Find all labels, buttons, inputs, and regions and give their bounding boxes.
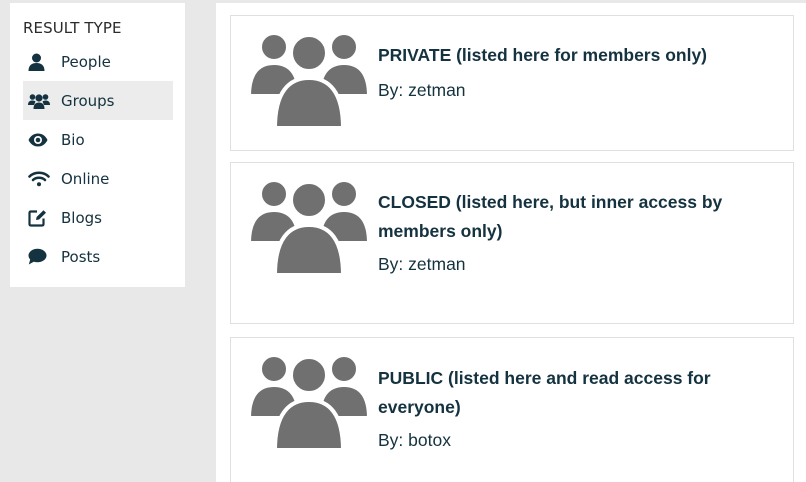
- group-title-link[interactable]: CLOSED (listed here, but inner access by…: [378, 188, 723, 246]
- sidebar-item-label: Posts: [61, 247, 101, 266]
- comment-icon: [28, 247, 52, 267]
- wifi-icon: [28, 169, 52, 189]
- group-owner: By: zetman: [378, 254, 466, 274]
- sidebar-item-label: Groups: [61, 91, 115, 110]
- users-icon: [28, 91, 52, 111]
- sidebar-item-groups[interactable]: Groups: [23, 81, 173, 120]
- sidebar-title: RESULT TYPE: [23, 19, 122, 37]
- result-type-list: People Groups Bio Online Blogs Posts: [23, 42, 173, 276]
- group-result-card[interactable]: PUBLIC (listed here and read access for …: [230, 337, 794, 482]
- group-owner: By: botox: [378, 430, 451, 450]
- sidebar-item-online[interactable]: Online: [23, 159, 173, 198]
- group-owner: By: zetman: [378, 80, 466, 100]
- group-avatar-icon: [247, 31, 371, 128]
- sidebar-item-label: Blogs: [61, 208, 102, 227]
- eye-icon: [28, 130, 52, 150]
- result-type-sidebar: RESULT TYPE People Groups Bio Online Blo…: [10, 3, 185, 287]
- sidebar-item-label: People: [61, 52, 111, 71]
- group-title-link[interactable]: PUBLIC (listed here and read access for …: [378, 364, 723, 422]
- edit-icon: [28, 208, 52, 228]
- group-title-link[interactable]: PRIVATE (listed here for members only): [378, 41, 723, 70]
- sidebar-item-blogs[interactable]: Blogs: [23, 198, 173, 237]
- page: RESULT TYPE People Groups Bio Online Blo…: [0, 0, 806, 482]
- sidebar-item-people[interactable]: People: [23, 42, 173, 81]
- group-avatar-icon: [247, 353, 371, 450]
- sidebar-item-bio[interactable]: Bio: [23, 120, 173, 159]
- group-avatar-icon: [247, 178, 371, 275]
- results-list: PRIVATE (listed here for members only) B…: [216, 3, 806, 482]
- group-result-card[interactable]: CLOSED (listed here, but inner access by…: [230, 162, 794, 324]
- user-icon: [28, 52, 52, 72]
- sidebar-item-label: Bio: [61, 130, 85, 149]
- group-result-card[interactable]: PRIVATE (listed here for members only) B…: [230, 15, 794, 151]
- sidebar-item-posts[interactable]: Posts: [23, 237, 173, 276]
- sidebar-item-label: Online: [61, 169, 110, 188]
